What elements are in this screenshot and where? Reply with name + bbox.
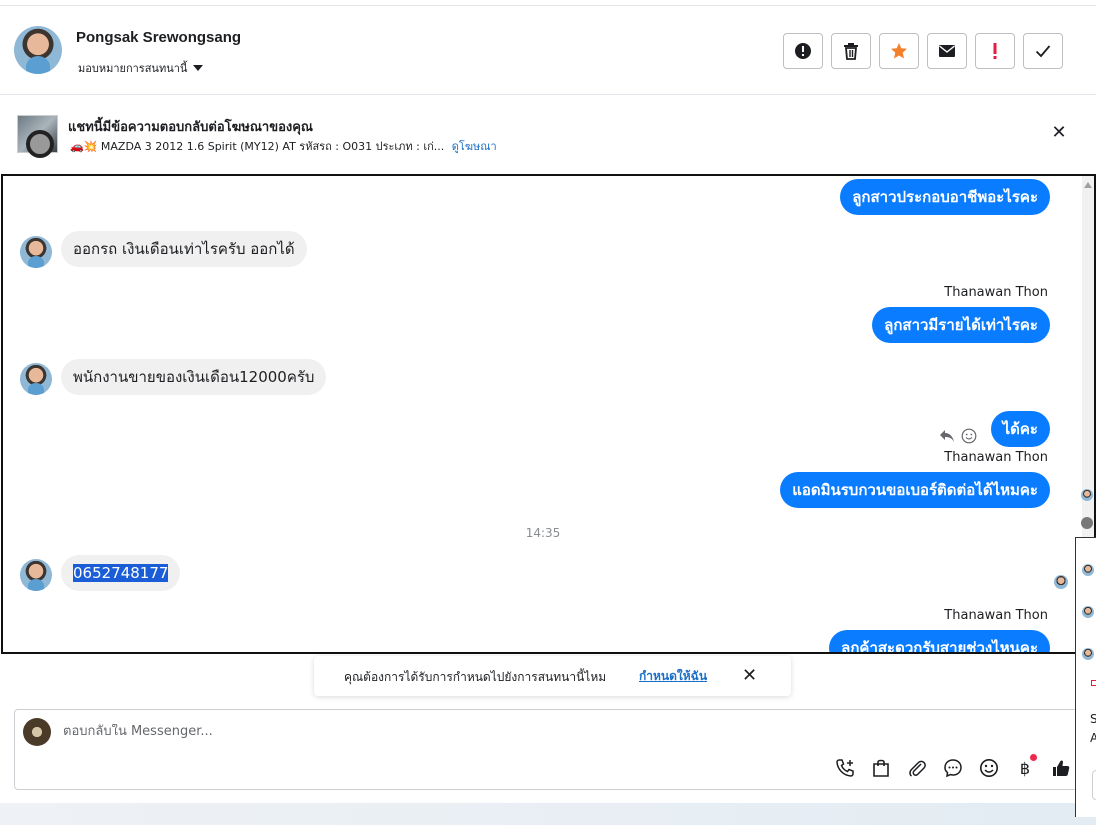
reply-icon[interactable] [939,429,955,443]
message-sender-name: Thanawan Thon [944,450,1048,465]
incoming-message[interactable]: ออกรถ เงินเดือนเท่าไรครับ ออกได้ [61,231,307,267]
mark-done-button[interactable] [1023,33,1063,69]
message-timestamp: 14:35 [525,526,561,540]
thumbs-up-icon[interactable] [1049,756,1073,780]
outgoing-message[interactable]: ลูกสาวประกอบอาชีพอะไรคะ [840,179,1050,215]
contact-avatar[interactable] [14,26,62,74]
message-thread[interactable]: ลูกสาวประกอบอาชีพอะไรคะ ออกรถ เงินเดือนเ… [1,174,1096,654]
side-panel-text: S [1090,712,1096,726]
assign-label: มอบหมายการสนทนานี้ [78,62,188,75]
view-ad-link[interactable]: ดูโฆษณา [452,140,497,153]
participant-avatar [1081,489,1093,501]
participant-avatar [1081,517,1093,529]
outgoing-message[interactable]: ลูกสาวมีรายได้เท่าไรคะ [872,307,1050,343]
trash-icon [844,43,858,60]
ad-description: 🚗💥 MAZDA 3 2012 1.6 Spirit (MY12) AT รหั… [70,140,445,153]
read-receipt-avatar [1054,575,1068,589]
assign-prompt-text: คุณต้องการได้รับการกำหนดไปยังการสนทนานี้… [344,670,607,684]
star-icon [891,43,907,59]
mark-unread-button[interactable] [927,33,967,69]
selected-phone-number[interactable]: 0652748177 [73,564,169,582]
star-button[interactable] [879,33,919,69]
side-panel: S A [1075,537,1096,817]
chat-bubble-icon[interactable] [941,756,965,780]
assign-prompt-toast: คุณต้องการได้รับการกำหนดไปยังการสนทนานี้… [314,656,791,696]
message-actions [939,428,977,444]
exclamation-icon [993,43,997,59]
delete-button[interactable] [831,33,871,69]
contact-avatar-small[interactable] [20,236,52,268]
participant-avatar [1082,606,1094,618]
follow-up-button[interactable] [975,33,1015,69]
assign-conversation-dropdown[interactable]: มอบหมายการสนทนานี้ [78,59,204,77]
scroll-up-arrow-icon[interactable] [1084,182,1092,188]
close-icon[interactable]: ✕ [1050,124,1068,142]
notification-dot [1030,754,1037,761]
close-icon[interactable]: ✕ [742,665,757,686]
caret-down-icon [193,65,204,71]
ad-banner-title: แชทนี้มีข้อความตอบกลับต่อโฆษณาของคุณ [68,120,313,135]
ad-banner-subtitle: 🚗💥 MAZDA 3 2012 1.6 Spirit (MY12) AT รหั… [70,137,497,155]
emoji-icon[interactable] [977,756,1001,780]
incoming-message[interactable]: พนักงานขายของเงินเดือน12000ครับ [61,359,327,395]
ad-thumbnail[interactable] [17,115,58,158]
side-panel-text: A [1090,731,1096,745]
message-sender-name: Thanawan Thon [944,285,1048,300]
message-sender-name: Thanawan Thon [944,608,1048,623]
react-emoji-icon[interactable] [961,428,977,444]
reply-input[interactable] [63,724,963,739]
composer-toolbar: ฿ [833,754,1073,780]
mark-spam-button[interactable] [783,33,823,69]
shopping-bag-icon[interactable] [869,756,893,780]
reply-composer: ฿ [14,709,1082,790]
contact-avatar-small[interactable] [20,559,52,591]
page-footer-strip [0,803,1096,825]
outgoing-message[interactable]: ได้คะ [990,411,1050,447]
paperclip-icon[interactable] [905,756,929,780]
assign-to-me-link[interactable]: กำหนดให้ฉัน [639,667,707,686]
call-add-icon[interactable] [833,756,857,780]
check-icon [1035,45,1051,58]
participant-avatar [1082,564,1094,576]
alert-circle-icon [795,43,811,59]
incoming-message[interactable]: 0652748177 [61,555,181,591]
side-panel-button[interactable] [1092,770,1096,800]
page-avatar [23,718,51,746]
outgoing-message[interactable]: ลูกค้าสะดวกรับสายช่วงไหนคะ [829,630,1050,652]
contact-avatar-small[interactable] [20,363,52,395]
contact-name[interactable]: Pongsak Srewongsang [76,29,241,46]
ad-reply-banner: แชทนี้มีข้อความตอบกลับต่อโฆษณาของคุณ 🚗💥 … [0,96,1096,174]
conversation-header: Pongsak Srewongsang มอบหมายการสนทนานี้ [0,5,1096,95]
participant-avatar [1082,648,1094,660]
outgoing-message[interactable]: แอดมินรบกวนขอเบอร์ติดต่อได้ไหมคะ [780,472,1050,508]
baht-icon[interactable]: ฿ [1013,754,1037,780]
status-indicator-icon [1091,680,1096,686]
envelope-icon [939,45,955,57]
